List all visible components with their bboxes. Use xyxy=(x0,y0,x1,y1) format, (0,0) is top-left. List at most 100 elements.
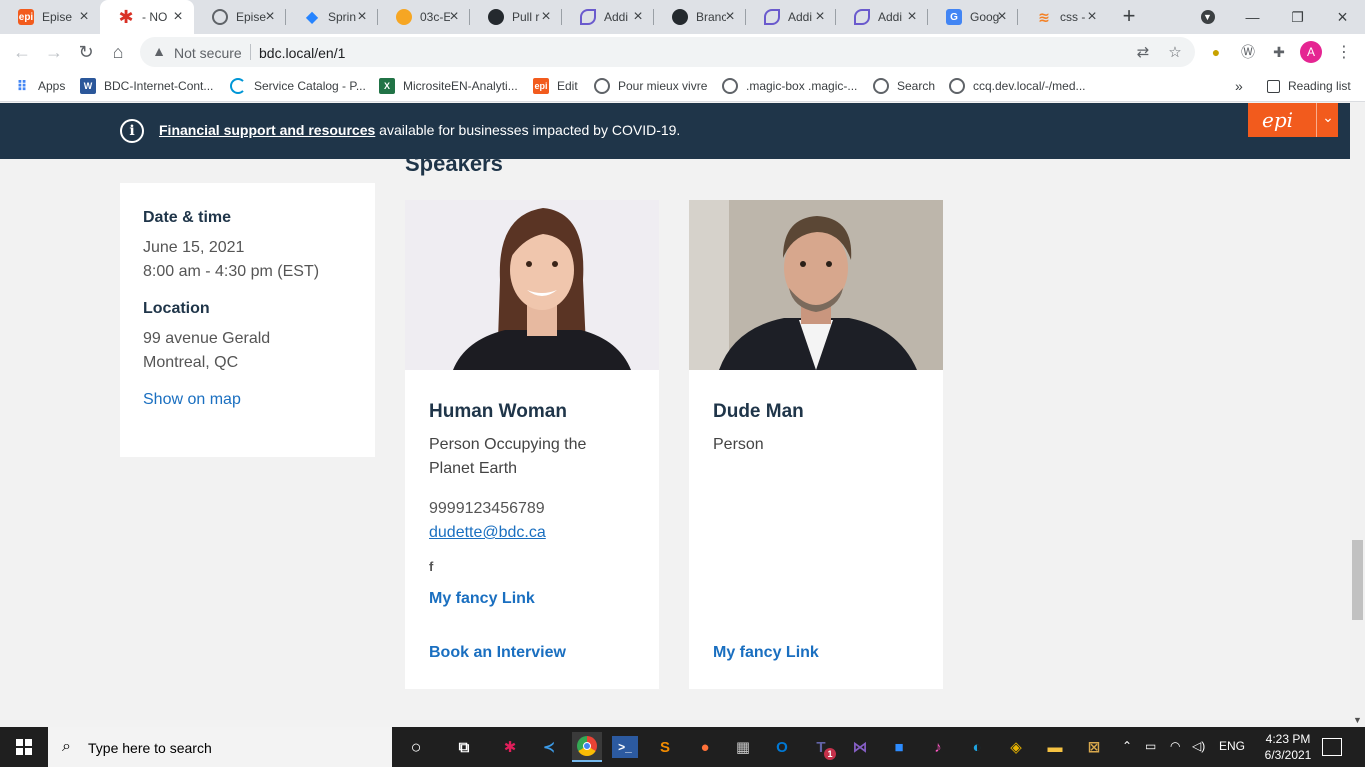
close-icon[interactable]: × xyxy=(170,9,186,25)
vscode-icon[interactable]: ≺ xyxy=(534,732,564,762)
security-indicator[interactable]: Not secure xyxy=(174,45,242,61)
profile-avatar[interactable]: A xyxy=(1300,41,1322,63)
close-icon[interactable]: × xyxy=(354,9,370,25)
app-icon[interactable]: ⊠ xyxy=(1079,732,1109,762)
url-text[interactable]: bdc.local/en/1 xyxy=(259,45,345,61)
firefox-icon[interactable]: ● xyxy=(690,732,720,762)
scrollbar-thumb[interactable] xyxy=(1352,540,1363,620)
facebook-icon[interactable]: f xyxy=(429,559,441,574)
close-icon[interactable]: × xyxy=(446,9,462,25)
close-icon[interactable]: × xyxy=(812,9,828,25)
close-icon[interactable]: × xyxy=(76,9,92,25)
battery-icon[interactable]: ▭ xyxy=(1145,739,1156,753)
chevron-down-icon[interactable]: ⌄ xyxy=(1320,109,1336,126)
browser-tab[interactable]: Pull r × xyxy=(470,0,562,34)
reload-button[interactable]: ↻ xyxy=(74,40,98,64)
book-interview-link[interactable]: Book an Interview xyxy=(429,644,566,662)
show-on-map-link[interactable]: Show on map xyxy=(143,391,352,409)
address-bar[interactable]: ▲ Not secure bdc.local/en/1 ⇄ ☆ xyxy=(140,37,1195,67)
start-button[interactable] xyxy=(0,727,48,767)
bookmark-item[interactable]: W BDC-Internet-Cont... xyxy=(80,76,213,96)
scroll-down-arrow[interactable]: ▼ xyxy=(1353,715,1362,725)
bookmark-item[interactable]: X MicrositeEN-Analyti... xyxy=(379,76,518,96)
speaker-email-link[interactable]: dudette@bdc.ca xyxy=(429,521,635,545)
volume-icon[interactable]: ◁) xyxy=(1192,739,1205,753)
fancy-link[interactable]: My fancy Link xyxy=(429,590,635,608)
close-icon[interactable]: × xyxy=(262,9,278,25)
browser-tab[interactable]: Addi × xyxy=(836,0,928,34)
restore-button[interactable]: ❐ xyxy=(1275,0,1320,34)
bookmark-item[interactable]: epi Edit xyxy=(533,76,578,96)
wordpress-icon[interactable]: Ⓦ xyxy=(1237,41,1259,63)
powershell-icon[interactable]: >_ xyxy=(612,736,638,758)
chevron-up-icon[interactable]: ⌃ xyxy=(1122,739,1132,753)
close-icon[interactable]: × xyxy=(994,9,1010,25)
visual-studio-icon[interactable]: ⋈ xyxy=(845,732,875,762)
extension-icon[interactable]: ● xyxy=(1205,41,1227,63)
slack-icon[interactable]: ✱ xyxy=(495,732,525,762)
star-icon[interactable]: ☆ xyxy=(1166,43,1184,61)
taskbar-search[interactable]: ⌕ Type here to search xyxy=(48,727,392,767)
clock[interactable]: 4:23 PM 6/3/2021 xyxy=(1258,731,1318,763)
bookmark-item[interactable]: .magic-box .magic-... xyxy=(722,76,857,96)
app-icon[interactable]: ▦ xyxy=(728,732,758,762)
bookmarks-overflow-button[interactable]: » xyxy=(1235,76,1243,96)
cortana-icon[interactable]: ○ xyxy=(401,732,431,762)
translate-icon[interactable]: ⇄ xyxy=(1134,43,1152,61)
bookmark-item[interactable]: Pour mieux vivre xyxy=(594,76,707,96)
teams-icon[interactable]: T1 xyxy=(806,732,836,762)
globe-icon xyxy=(212,9,228,25)
speaker-photo xyxy=(405,200,659,370)
close-icon[interactable]: × xyxy=(722,9,738,25)
chrome-icon[interactable] xyxy=(572,732,602,762)
episerver-edit-button[interactable]: epi ⌄ xyxy=(1248,103,1338,137)
reading-list-button[interactable]: Reading list xyxy=(1267,76,1351,96)
wifi-icon[interactable]: ◠ xyxy=(1170,739,1180,753)
excel-icon: X xyxy=(379,78,395,94)
bookmark-item[interactable]: Search xyxy=(873,76,935,96)
puzzle-icon[interactable]: ✚ xyxy=(1268,41,1290,63)
browser-tab[interactable]: Epise × xyxy=(194,0,286,34)
new-tab-button[interactable]: + xyxy=(1118,5,1140,27)
fancy-link[interactable]: My fancy Link xyxy=(713,644,819,662)
back-button[interactable]: ← xyxy=(10,40,34,64)
itunes-icon[interactable]: ♪ xyxy=(923,732,953,762)
browser-tab[interactable]: ◆ Sprin × xyxy=(286,0,378,34)
man-portrait-image xyxy=(689,200,943,370)
close-icon[interactable]: × xyxy=(630,9,646,25)
close-icon[interactable]: × xyxy=(904,9,920,25)
menu-icon[interactable]: ⋮ xyxy=(1333,41,1355,63)
bookmark-item[interactable]: Service Catalog - P... xyxy=(230,76,366,96)
word-icon: W xyxy=(80,78,96,94)
app-icon[interactable]: ◈ xyxy=(1001,732,1031,762)
financial-support-link[interactable]: Financial support and resources xyxy=(159,122,375,138)
sublime-icon[interactable]: S xyxy=(650,732,680,762)
tab-search-button[interactable]: ▼ xyxy=(1185,0,1230,34)
bookmark-item[interactable]: ccq.dev.local/-/med... xyxy=(949,76,1086,96)
browser-tab[interactable]: 03c-E × xyxy=(378,0,470,34)
notification-icon[interactable] xyxy=(1322,738,1342,756)
forward-button[interactable]: → xyxy=(42,40,66,64)
close-window-button[interactable]: × xyxy=(1320,0,1365,34)
browser-tab[interactable]: Addi × xyxy=(746,0,836,34)
browser-tab[interactable]: G Goog × xyxy=(928,0,1018,34)
edge-icon[interactable]: ◐ xyxy=(962,732,992,762)
warning-icon[interactable]: ▲ xyxy=(150,43,168,61)
browser-tab[interactable]: ≋ css - × xyxy=(1018,0,1108,34)
task-view-icon[interactable]: ⧉ xyxy=(449,732,479,762)
close-icon[interactable]: × xyxy=(538,9,554,25)
browser-tab[interactable]: Addi × xyxy=(562,0,654,34)
browser-tab-active[interactable]: ✱ - NO × xyxy=(100,0,194,34)
browser-tab[interactable]: Branc × xyxy=(654,0,746,34)
file-explorer-icon[interactable]: ▬ xyxy=(1040,732,1070,762)
browser-tab[interactable]: epi Epise × xyxy=(0,0,100,34)
home-button[interactable]: ⌂ xyxy=(106,40,130,64)
minimize-button[interactable]: — xyxy=(1230,0,1275,34)
zoom-icon[interactable]: ■ xyxy=(884,732,914,762)
globe-icon xyxy=(594,78,610,94)
language-indicator[interactable]: ENG xyxy=(1219,739,1245,753)
close-icon[interactable]: × xyxy=(1084,9,1100,25)
outlook-icon[interactable]: O xyxy=(767,732,797,762)
page-scrollbar[interactable]: ▼ xyxy=(1350,103,1365,727)
bookmark-apps[interactable]: ⠿ Apps xyxy=(14,76,66,96)
